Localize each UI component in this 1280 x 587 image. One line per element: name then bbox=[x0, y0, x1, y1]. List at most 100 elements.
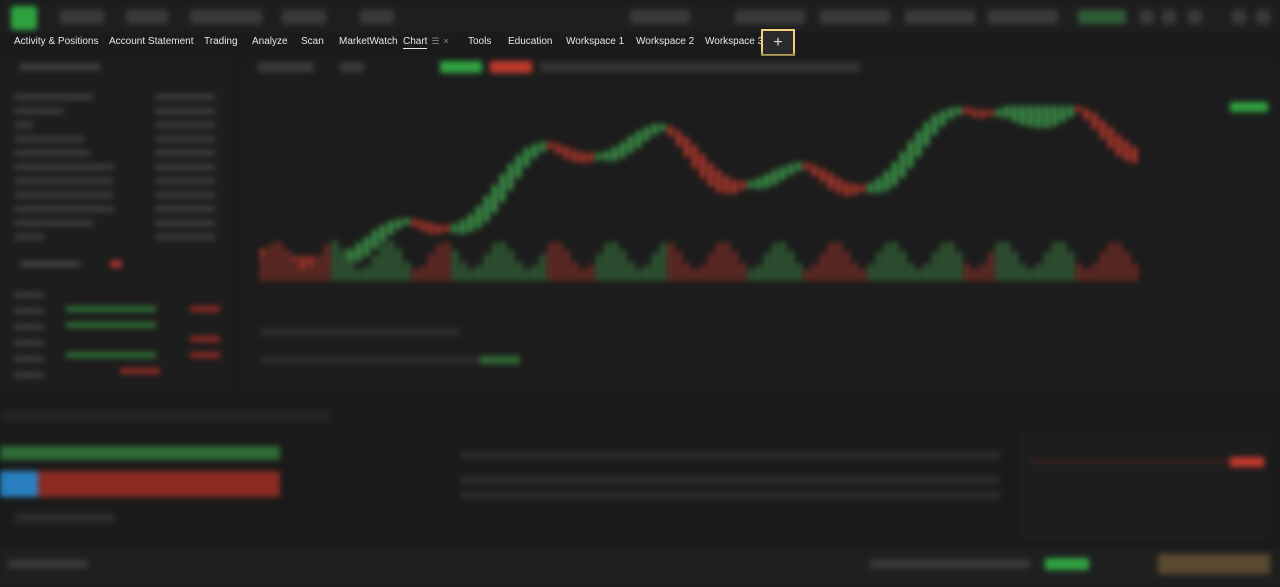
list-value bbox=[155, 122, 215, 128]
volume-bar bbox=[500, 241, 506, 281]
volume-bar bbox=[972, 269, 978, 281]
tab-chart[interactable]: Chart ☰ × bbox=[403, 36, 449, 49]
candle bbox=[388, 220, 393, 235]
message-icon[interactable] bbox=[1162, 10, 1176, 24]
account-selector[interactable] bbox=[630, 10, 690, 24]
add-tab-button[interactable]: + bbox=[761, 29, 795, 56]
help-icon[interactable] bbox=[1188, 10, 1202, 24]
candle bbox=[716, 170, 721, 192]
list-item bbox=[14, 220, 94, 226]
tab-workspace-1[interactable]: Workspace 1 bbox=[566, 36, 624, 47]
tab-tools[interactable]: Tools bbox=[468, 36, 491, 47]
volume-bar bbox=[356, 268, 362, 281]
candle bbox=[1052, 106, 1057, 126]
tab-education[interactable]: Education bbox=[508, 36, 552, 47]
list-value bbox=[155, 220, 215, 226]
candle bbox=[628, 136, 633, 154]
chart-panel[interactable] bbox=[240, 56, 1280, 401]
tab-activity-positions[interactable]: Activity & Positions bbox=[14, 36, 98, 47]
action-button[interactable] bbox=[1158, 554, 1270, 574]
bid-row[interactable] bbox=[0, 446, 280, 460]
action-button[interactable] bbox=[15, 513, 115, 523]
volume-bar bbox=[452, 249, 458, 281]
volume-bar bbox=[604, 243, 610, 281]
tab-analyze[interactable]: Analyze bbox=[252, 36, 288, 47]
volume-bar bbox=[1108, 242, 1114, 281]
candle bbox=[940, 110, 945, 127]
close-icon[interactable] bbox=[1256, 10, 1270, 24]
tab-workspace-2[interactable]: Workspace 2 bbox=[636, 36, 694, 47]
volume-bar bbox=[732, 250, 738, 281]
sell-button[interactable] bbox=[490, 61, 532, 73]
window-icon[interactable] bbox=[1232, 10, 1246, 24]
volume-bar bbox=[1084, 269, 1090, 281]
candle bbox=[740, 181, 745, 191]
menu-item[interactable] bbox=[360, 10, 394, 24]
tab-bar: Activity & Positions Account Statement T… bbox=[0, 34, 1280, 52]
chart-toolbar[interactable] bbox=[540, 62, 860, 72]
drawing-toolbar[interactable] bbox=[260, 328, 460, 336]
candle bbox=[972, 108, 977, 117]
tab-scan[interactable]: Scan bbox=[301, 36, 324, 47]
candle bbox=[996, 108, 1001, 118]
volume-bar bbox=[556, 241, 562, 281]
list-item bbox=[14, 178, 114, 184]
candle bbox=[572, 149, 577, 162]
candle bbox=[980, 109, 985, 118]
menu-item[interactable] bbox=[282, 10, 326, 24]
list-item bbox=[14, 292, 44, 298]
tab-trading[interactable]: Trading bbox=[204, 36, 238, 47]
menu-item[interactable] bbox=[190, 10, 262, 24]
mini-chart[interactable] bbox=[1020, 431, 1270, 541]
candle bbox=[1076, 106, 1081, 113]
volume-bar bbox=[428, 254, 434, 281]
timeframe-selector[interactable] bbox=[340, 62, 364, 72]
order-toolbar[interactable] bbox=[0, 409, 330, 423]
candle bbox=[900, 151, 905, 179]
study-tabs[interactable] bbox=[260, 356, 510, 364]
volume-bar bbox=[916, 269, 922, 281]
candle bbox=[908, 141, 913, 169]
candle bbox=[1044, 106, 1049, 128]
table-row[interactable] bbox=[460, 451, 1000, 459]
volume-bar bbox=[716, 242, 722, 281]
symbol-selector[interactable] bbox=[258, 62, 314, 72]
tab-marketwatch[interactable]: MarketWatch bbox=[339, 36, 398, 47]
settings-icon[interactable] bbox=[1140, 10, 1154, 24]
table-row[interactable] bbox=[460, 491, 1000, 499]
list-item bbox=[14, 340, 44, 346]
volume-bar bbox=[620, 250, 626, 281]
volume-bar bbox=[692, 268, 698, 281]
tab-close-icon[interactable]: × bbox=[444, 36, 449, 46]
tab-workspace-3[interactable]: Workspace 3 bbox=[705, 36, 763, 47]
candle bbox=[580, 152, 585, 164]
candle bbox=[1100, 119, 1105, 139]
list-item bbox=[14, 308, 44, 314]
volume-bar bbox=[276, 241, 282, 281]
volume-bar bbox=[980, 263, 986, 281]
volume-bar bbox=[580, 268, 586, 281]
buy-button[interactable] bbox=[440, 61, 482, 73]
tab-account-statement[interactable]: Account Statement bbox=[109, 36, 194, 47]
table-row[interactable] bbox=[460, 476, 1000, 484]
volume-bar bbox=[436, 243, 442, 281]
status-bar bbox=[0, 548, 1280, 587]
volume-bar bbox=[260, 255, 266, 281]
volume-bar bbox=[956, 251, 962, 281]
menu-item[interactable] bbox=[60, 10, 104, 24]
volume-bar bbox=[636, 268, 642, 281]
candle bbox=[396, 218, 401, 230]
volume-bar bbox=[948, 242, 954, 281]
ask-row[interactable] bbox=[0, 471, 280, 497]
volume-bar bbox=[572, 262, 578, 281]
tab-menu-icon[interactable]: ☰ bbox=[431, 36, 439, 46]
volume-bar bbox=[388, 241, 394, 281]
volume-bar bbox=[332, 241, 338, 281]
volume-bar bbox=[852, 263, 858, 281]
volume-bar bbox=[844, 251, 850, 281]
account-info bbox=[820, 10, 890, 24]
volume-bar bbox=[748, 268, 754, 281]
candle bbox=[956, 106, 961, 115]
volume-bar bbox=[268, 244, 274, 281]
menu-item[interactable] bbox=[126, 10, 168, 24]
